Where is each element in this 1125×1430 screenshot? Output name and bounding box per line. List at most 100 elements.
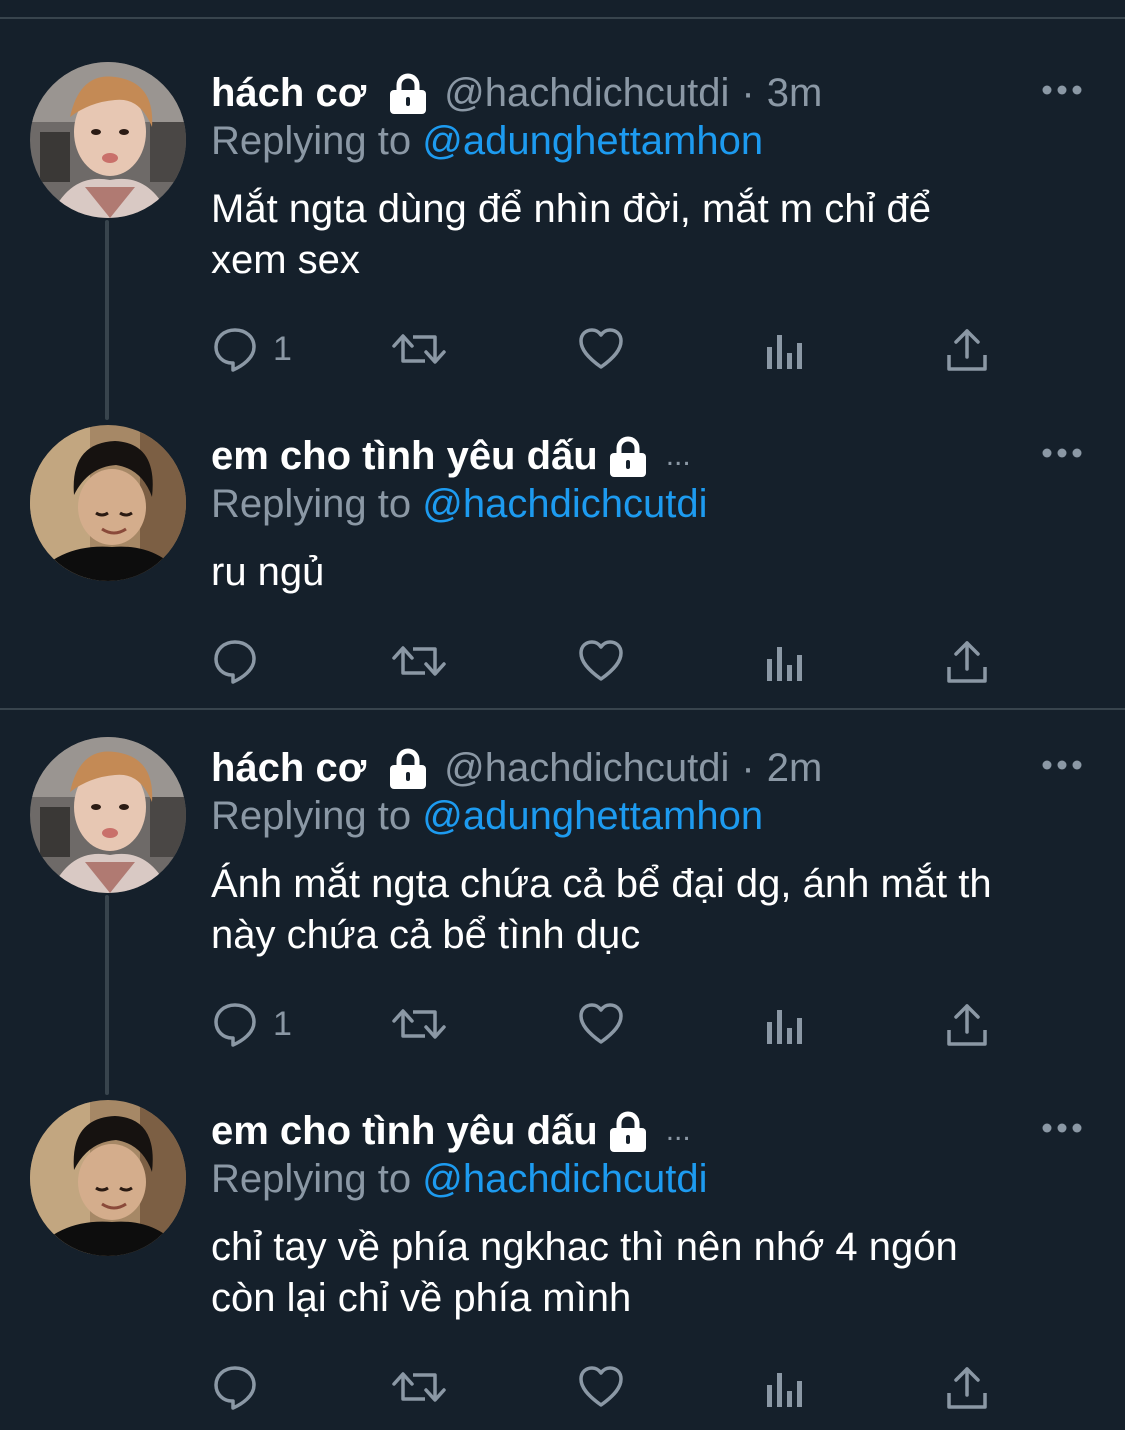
retweet-icon [392,1009,446,1039]
lock-icon [386,71,430,115]
views-button[interactable] [764,1362,808,1412]
separator-dot: · [741,71,755,115]
avatar-emchotinhyeudau[interactable] [30,425,186,581]
avatar-hachco[interactable] [30,62,186,218]
more-options-icon[interactable] [1040,755,1084,775]
timestamp[interactable]: 3m [767,68,823,118]
top-divider [0,17,1125,19]
tweet-text-line: còn lại chỉ về phía mình [211,1276,632,1320]
tweet[interactable]: em cho tình yêu dấu ... Replying to @hac… [0,425,1125,705]
tweet[interactable]: hách cơ @hachdichcutdi · 3m Replying to … [0,62,1125,382]
like-button[interactable] [577,636,625,686]
heart-icon [579,640,623,681]
share-icon [947,1367,987,1409]
retweet-icon [392,334,446,364]
reply-icon [214,640,256,684]
views-button[interactable] [764,999,808,1049]
more-options-icon[interactable] [1040,80,1084,100]
views-button[interactable] [764,636,808,686]
heart-icon [579,1366,623,1407]
tweet-actions: 1 [211,999,1011,1049]
reply-count: 1 [273,329,292,368]
avatar-emchotinhyeudau[interactable] [30,1100,186,1256]
retweet-button[interactable] [391,636,447,686]
retweet-icon [392,646,446,676]
replying-to-label: Replying to [211,794,412,838]
user-handle[interactable]: @hachdichcutdi [444,68,729,118]
replying-to: Replying to @adunghettamhon [211,116,763,166]
share-button[interactable] [945,1362,989,1412]
tweet-text-line: này chứa cả bể tình dục [211,913,641,957]
tweet[interactable]: em cho tình yêu dấu ... Replying to @hac… [0,1100,1125,1430]
reply-button[interactable]: 1 [211,999,292,1049]
retweet-icon [392,1372,446,1402]
thread-divider [0,708,1125,710]
replying-to-handle[interactable]: @hachdichcutdi [422,482,707,526]
replying-to-label: Replying to [211,482,412,526]
replying-to: Replying to @adunghettamhon [211,791,763,841]
share-icon [947,641,987,683]
tweet-text-line: Mắt ngta dùng để nhìn đời, mắt m chỉ để [211,187,931,231]
tweet-text: Mắt ngta dùng để nhìn đời, mắt m chỉ để … [211,184,1091,286]
retweet-button[interactable] [391,999,447,1049]
tweet-text-line: Ánh mắt ngta chứa cả bể đại dg, ánh mắt … [211,862,992,906]
like-button[interactable] [577,1362,625,1412]
tweet-header: hách cơ @hachdichcutdi · 2m [211,743,822,793]
timestamp[interactable]: 2m [767,743,823,793]
replying-to-label: Replying to [211,119,412,163]
views-button[interactable] [764,324,808,374]
tweet[interactable]: hách cơ @hachdichcutdi · 2m Replying to … [0,737,1125,1057]
tweet-header: em cho tình yêu dấu ... [211,431,691,481]
lock-icon [386,746,430,790]
share-icon [947,329,987,371]
replying-to-handle[interactable]: @adunghettamhon [422,119,763,163]
share-icon [947,1004,987,1046]
tweet-text-line: xem sex [211,238,360,282]
tweet-actions [211,1362,1011,1412]
retweet-button[interactable] [391,1362,447,1412]
replying-to-label: Replying to [211,1157,412,1201]
tweet-actions [211,636,1011,686]
share-button[interactable] [945,999,989,1049]
reply-button[interactable] [211,1362,259,1412]
views-icon [767,1373,802,1407]
views-icon [767,647,802,681]
heart-icon [579,328,623,369]
reply-button[interactable]: 1 [211,324,292,374]
tweet-text: Ánh mắt ngta chứa cả bể đại dg, ánh mắt … [211,859,1091,961]
name-truncation: ... [665,1114,691,1147]
share-button[interactable] [945,636,989,686]
reply-icon [214,1366,256,1410]
avatar-hachco[interactable] [30,737,186,893]
lock-icon [606,434,650,478]
replying-to: Replying to @hachdichcutdi [211,1154,707,1204]
tweet-header: em cho tình yêu dấu ... [211,1106,691,1156]
like-button[interactable] [577,999,625,1049]
name-truncation: ... [665,439,691,472]
retweet-button[interactable] [391,324,447,374]
reply-icon [214,1003,256,1047]
display-name[interactable]: em cho tình yêu dấu [211,431,598,481]
tweet-text-line: chỉ tay về phía ngkhac thì nên nhớ 4 ngó… [211,1225,958,1269]
lock-icon [606,1109,650,1153]
replying-to-handle[interactable]: @adunghettamhon [422,794,763,838]
more-options-icon[interactable] [1040,443,1084,463]
share-button[interactable] [945,324,989,374]
reply-icon [214,328,256,372]
replying-to: Replying to @hachdichcutdi [211,479,707,529]
like-button[interactable] [577,324,625,374]
separator-dot: · [741,746,755,790]
more-options-icon[interactable] [1040,1118,1084,1138]
user-handle[interactable]: @hachdichcutdi [444,743,729,793]
tweet-text: chỉ tay về phía ngkhac thì nên nhớ 4 ngó… [211,1222,1091,1324]
tweet-text-line: ru ngủ [211,550,325,594]
display-name[interactable]: hách cơ [211,68,366,118]
display-name[interactable]: hách cơ [211,743,366,793]
tweet-header: hách cơ @hachdichcutdi · 3m [211,68,822,118]
tweet-text: ru ngủ [211,547,1091,598]
display-name[interactable]: em cho tình yêu dấu [211,1106,598,1156]
heart-icon [579,1003,623,1044]
views-icon [767,1010,802,1044]
replying-to-handle[interactable]: @hachdichcutdi [422,1157,707,1201]
reply-button[interactable] [211,636,259,686]
